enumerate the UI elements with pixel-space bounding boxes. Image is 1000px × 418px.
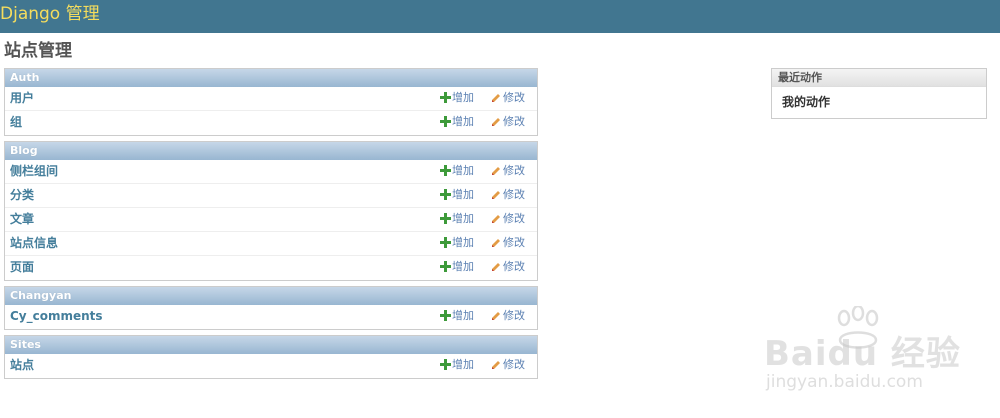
model-row-users: 用户 增加 修改: [5, 87, 537, 111]
watermark-main: Baidu 经验: [764, 334, 961, 374]
change-link[interactable]: 修改: [491, 307, 525, 325]
model-link[interactable]: 站点: [10, 356, 34, 374]
baidu-watermark: Baidu 经验 jingyan.baidu.com: [760, 306, 960, 404]
change-label: 修改: [503, 260, 525, 273]
pencil-icon: [492, 215, 500, 223]
plus-icon: [440, 165, 451, 176]
add-link[interactable]: 增加: [440, 258, 474, 276]
pencil-icon: [492, 191, 500, 199]
model-link[interactable]: Cy_comments: [10, 307, 103, 325]
add-link[interactable]: 增加: [440, 356, 474, 374]
pencil-icon: [492, 94, 500, 102]
add-link[interactable]: 增加: [440, 210, 474, 228]
change-link[interactable]: 修改: [491, 258, 525, 276]
plus-icon: [440, 92, 451, 103]
plus-icon: [440, 310, 451, 321]
add-label: 增加: [452, 188, 474, 201]
change-link[interactable]: 修改: [491, 234, 525, 252]
plus-icon: [440, 261, 451, 272]
add-label: 增加: [452, 358, 474, 371]
pencil-icon: [492, 263, 500, 271]
header-bar: Django 管理: [0, 0, 1000, 33]
change-label: 修改: [503, 115, 525, 128]
pencil-icon: [492, 167, 500, 175]
pencil-icon: [492, 118, 500, 126]
app-module-changyan: Changyan Cy_comments 增加 修改: [4, 286, 538, 330]
change-label: 修改: [503, 358, 525, 371]
add-label: 增加: [452, 164, 474, 177]
change-link[interactable]: 修改: [491, 356, 525, 374]
plus-icon: [440, 116, 451, 127]
pencil-icon: [492, 312, 500, 320]
recent-actions-panel: 最近动作 我的动作: [771, 68, 987, 119]
add-label: 增加: [452, 236, 474, 249]
add-link[interactable]: 增加: [440, 162, 474, 180]
plus-icon: [440, 213, 451, 224]
add-link[interactable]: 增加: [440, 307, 474, 325]
add-link[interactable]: 增加: [440, 89, 474, 107]
watermark-url: jingyan.baidu.com: [766, 372, 923, 392]
add-label: 增加: [452, 309, 474, 322]
add-link[interactable]: 增加: [440, 234, 474, 252]
plus-icon: [440, 189, 451, 200]
module-caption[interactable]: Sites: [5, 336, 537, 354]
change-link[interactable]: 修改: [491, 186, 525, 204]
plus-icon: [440, 237, 451, 248]
model-link[interactable]: 站点信息: [10, 234, 58, 252]
change-link[interactable]: 修改: [491, 113, 525, 131]
site-branding[interactable]: Django 管理: [0, 3, 100, 25]
model-row: 站点 增加 修改: [5, 354, 537, 378]
module-caption[interactable]: Blog: [5, 142, 537, 160]
model-link[interactable]: 用户: [10, 89, 34, 107]
model-row: 分类 增加 修改: [5, 184, 537, 208]
model-row: 文章 增加 修改: [5, 208, 537, 232]
change-label: 修改: [503, 212, 525, 225]
plus-icon: [440, 359, 451, 370]
model-row-groups: 组 增加 修改: [5, 111, 537, 135]
app-module-blog: Blog 侧栏组间 增加 修改 分类 增加 修改 文章 增加 修改 站点信息 增…: [4, 141, 538, 281]
model-row: 侧栏组间 增加 修改: [5, 160, 537, 184]
module-caption[interactable]: Changyan: [5, 287, 537, 305]
model-link[interactable]: 侧栏组间: [10, 162, 58, 180]
model-link[interactable]: 页面: [10, 258, 34, 276]
model-row: 页面 增加 修改: [5, 256, 537, 280]
change-link[interactable]: 修改: [491, 162, 525, 180]
add-link[interactable]: 增加: [440, 113, 474, 131]
change-label: 修改: [503, 236, 525, 249]
paw-icon: [837, 306, 879, 349]
add-link[interactable]: 增加: [440, 186, 474, 204]
add-label: 增加: [452, 260, 474, 273]
change-label: 修改: [503, 164, 525, 177]
add-label: 增加: [452, 91, 474, 104]
model-row: 站点信息 增加 修改: [5, 232, 537, 256]
app-module-sites: Sites 站点 增加 修改: [4, 335, 538, 379]
model-link[interactable]: 文章: [10, 210, 34, 228]
change-label: 修改: [503, 188, 525, 201]
my-actions-heading: 我的动作: [782, 95, 831, 109]
add-label: 增加: [452, 115, 474, 128]
model-link[interactable]: 组: [10, 113, 22, 131]
page-title: 站点管理: [4, 41, 72, 61]
pencil-icon: [492, 239, 500, 247]
model-link[interactable]: 分类: [10, 186, 34, 204]
change-label: 修改: [503, 91, 525, 104]
model-row: Cy_comments 增加 修改: [5, 305, 537, 329]
change-link[interactable]: 修改: [491, 89, 525, 107]
change-label: 修改: [503, 309, 525, 322]
module-caption[interactable]: Auth: [5, 69, 537, 87]
recent-actions-title: 最近动作: [772, 69, 986, 87]
add-label: 增加: [452, 212, 474, 225]
pencil-icon: [492, 361, 500, 369]
change-link[interactable]: 修改: [491, 210, 525, 228]
app-module-auth: Auth 用户 增加 修改 组 增加 修改: [4, 68, 538, 136]
